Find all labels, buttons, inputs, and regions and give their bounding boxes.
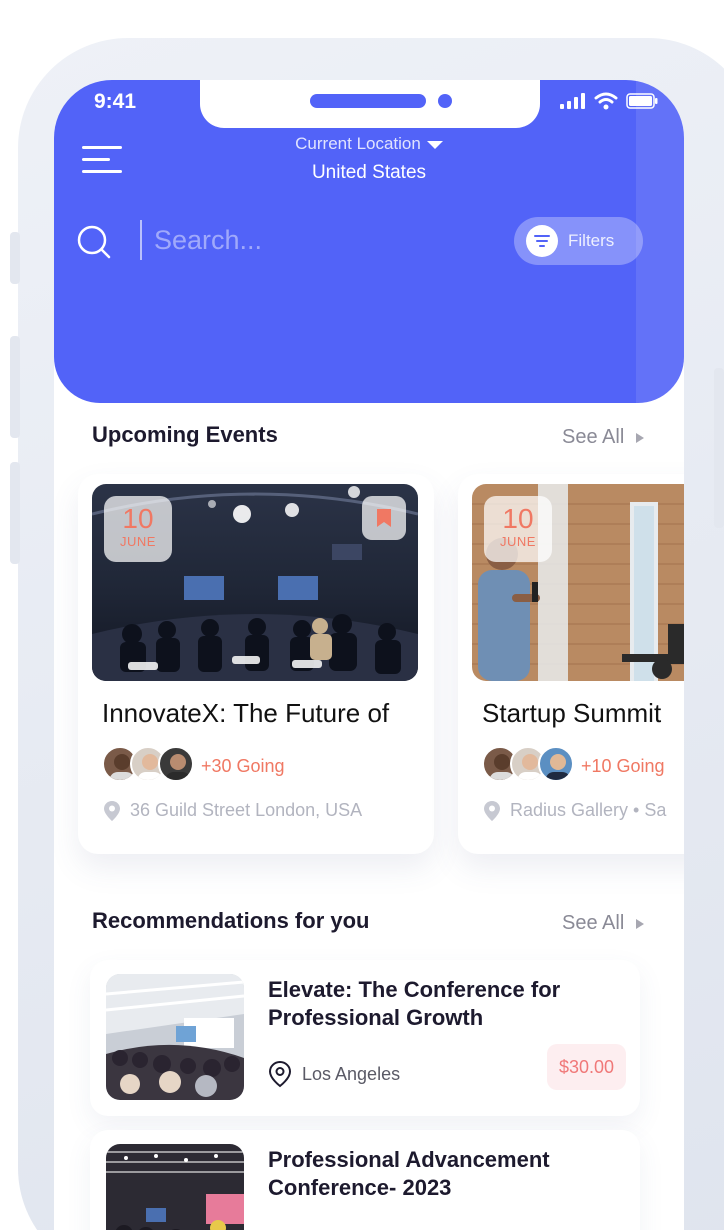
- battery-icon: [626, 93, 658, 109]
- volume-down-button: [10, 462, 20, 564]
- recommendation-location-text: Los Angeles: [302, 1063, 401, 1084]
- event-image: 10 JUNE: [92, 484, 418, 681]
- location-selector[interactable]: Current Location: [54, 134, 684, 154]
- power-button: [714, 368, 724, 528]
- location-pin-icon: [484, 800, 500, 821]
- attendee-avatars: [482, 746, 582, 782]
- recommendation-image: [106, 974, 244, 1100]
- recommendations-see-all[interactable]: See All: [562, 912, 645, 935]
- bookmark-icon: [377, 509, 391, 527]
- recommendation-image: [106, 1144, 244, 1230]
- recommendation-title: Professional Advancement Conference- 202…: [268, 1147, 550, 1200]
- event-address-text: 36 Guild Street London, USA: [130, 800, 363, 820]
- notch: [200, 80, 540, 128]
- avatar: [538, 746, 574, 782]
- going-count: +30 Going: [201, 756, 285, 776]
- status-icons: [560, 92, 658, 110]
- header: 9:41 Current Location United States Sear…: [54, 80, 684, 403]
- price-badge: $30.00: [546, 1044, 626, 1090]
- recommendation-card[interactable]: Professional Advancement Conference- 202…: [90, 1130, 640, 1230]
- volume-up-button: [10, 336, 20, 438]
- date-month: JUNE: [120, 534, 156, 549]
- wifi-icon: [594, 92, 618, 110]
- upcoming-see-all[interactable]: See All: [562, 426, 645, 449]
- avatar: [158, 746, 194, 782]
- attendee-avatars: [102, 746, 202, 782]
- date-month: JUNE: [500, 534, 536, 549]
- speaker: [310, 94, 426, 108]
- search-icon[interactable]: [76, 224, 112, 260]
- bookmark-button[interactable]: [362, 496, 406, 540]
- menu-line: [82, 158, 110, 161]
- event-card[interactable]: 10 JUNE InnovateX: The Future of +30 Goi…: [78, 474, 434, 854]
- recommendation-location: Los Angeles: [268, 1060, 400, 1088]
- see-all-label: See All: [562, 426, 625, 448]
- search-input[interactable]: [140, 220, 470, 260]
- recommendation-card[interactable]: Elevate: The Conference for Professional…: [90, 960, 640, 1116]
- chevron-right-icon: [636, 432, 645, 443]
- see-all-label: See All: [562, 912, 625, 934]
- date-badge: 10 JUNE: [484, 496, 552, 562]
- location-pin-icon: [268, 1060, 292, 1088]
- header-shade: [636, 80, 684, 403]
- event-card[interactable]: 10 JUNE Startup Summit +10 Going Radius …: [458, 474, 684, 854]
- status-time: 9:41: [94, 90, 137, 113]
- location-value: United States: [311, 162, 427, 183]
- camera: [438, 94, 452, 108]
- filters-label: Filters: [568, 231, 615, 250]
- event-image: 10 JUNE: [472, 484, 684, 681]
- date-badge: 10 JUNE: [104, 496, 172, 562]
- filter-icon: [526, 225, 558, 257]
- signal-icon: [560, 93, 585, 109]
- location-label: Current Location: [295, 134, 421, 153]
- mute-switch: [10, 232, 20, 284]
- chevron-right-icon: [636, 918, 645, 929]
- location-pin-icon: [104, 800, 120, 821]
- event-title: InnovateX: The Future of: [102, 698, 390, 728]
- going-count: +10 Going: [581, 756, 665, 776]
- filters-button[interactable]: Filters: [514, 217, 643, 265]
- date-day: 10: [502, 503, 534, 534]
- chevron-down-icon: [426, 140, 443, 149]
- event-address: Radius Gallery • Sa: [484, 800, 666, 821]
- recommendations-title: Recommendations for you: [92, 908, 370, 933]
- event-title: Startup Summit: [482, 698, 662, 728]
- recommendation-title: Elevate: The Conference for Professional…: [268, 977, 561, 1030]
- event-address: 36 Guild Street London, USA: [104, 800, 362, 821]
- event-address-text: Radius Gallery • Sa: [510, 800, 667, 820]
- upcoming-events-title: Upcoming Events: [92, 422, 278, 447]
- date-day: 10: [122, 503, 154, 534]
- app-screen: 9:41 Current Location United States Sear…: [54, 80, 684, 1230]
